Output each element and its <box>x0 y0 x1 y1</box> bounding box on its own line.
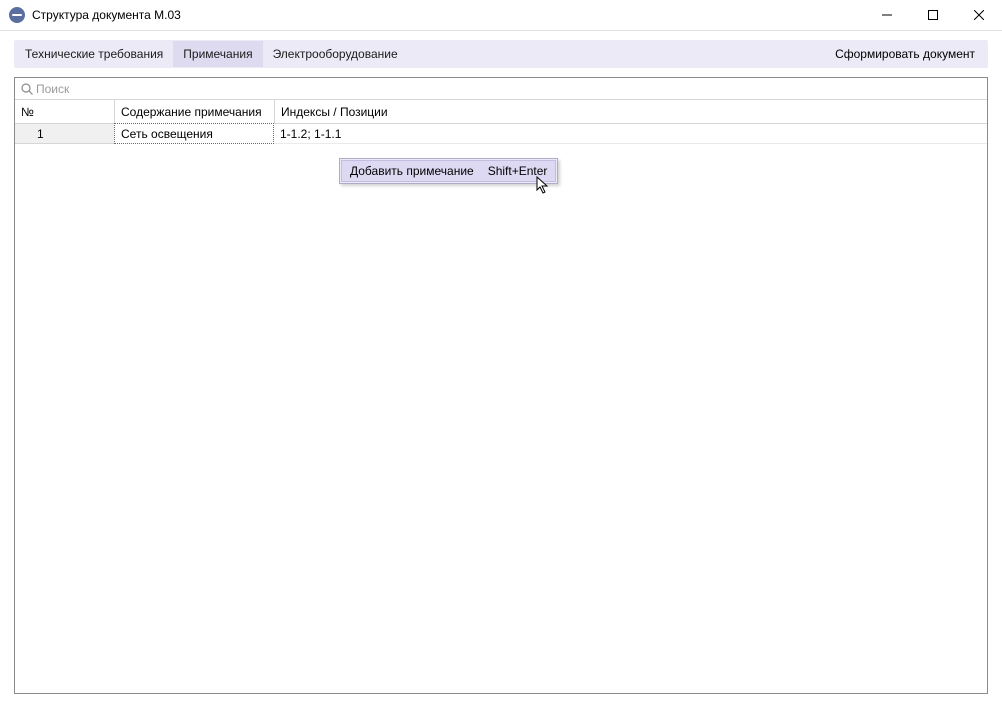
column-header-text[interactable]: Содержание примечания <box>115 100 275 123</box>
app-icon <box>9 7 25 23</box>
column-header-idx[interactable]: Индексы / Позиции <box>275 100 987 123</box>
window-title: Структура документа М.03 <box>32 8 864 22</box>
tab-electrical[interactable]: Электрооборудование <box>263 41 408 67</box>
maximize-button[interactable] <box>910 0 956 30</box>
context-item-add-note[interactable]: Добавить примечание Shift+Enter <box>341 160 556 182</box>
column-header-num[interactable]: № <box>15 100 115 123</box>
close-button[interactable] <box>956 0 1002 30</box>
toolbar: Технические требования Примечания Электр… <box>14 40 988 68</box>
cell-idx[interactable]: 1-1.2; 1-1.1 <box>274 124 987 144</box>
search-input[interactable] <box>36 82 982 96</box>
tab-tech-requirements[interactable]: Технические требования <box>15 41 173 67</box>
table-header: № Содержание примечания Индексы / Позици… <box>15 100 987 124</box>
context-item-label: Добавить примечание <box>350 164 474 178</box>
table-row[interactable]: 1 Сеть освещения 1-1.2; 1-1.1 <box>15 124 987 144</box>
cell-text[interactable]: Сеть освещения <box>114 123 274 144</box>
context-menu: Добавить примечание Shift+Enter <box>339 158 558 184</box>
tab-notes[interactable]: Примечания <box>173 41 262 67</box>
cell-num[interactable]: 1 <box>15 124 115 144</box>
context-item-shortcut: Shift+Enter <box>488 164 548 178</box>
generate-document-button[interactable]: Сформировать документ <box>823 41 987 67</box>
titlebar: Структура документа М.03 <box>0 0 1002 31</box>
toolbar-container: Технические требования Примечания Электр… <box>0 31 1002 68</box>
search-row <box>15 78 987 100</box>
minimize-button[interactable] <box>864 0 910 30</box>
window-controls <box>864 0 1002 30</box>
search-icon <box>20 82 34 96</box>
